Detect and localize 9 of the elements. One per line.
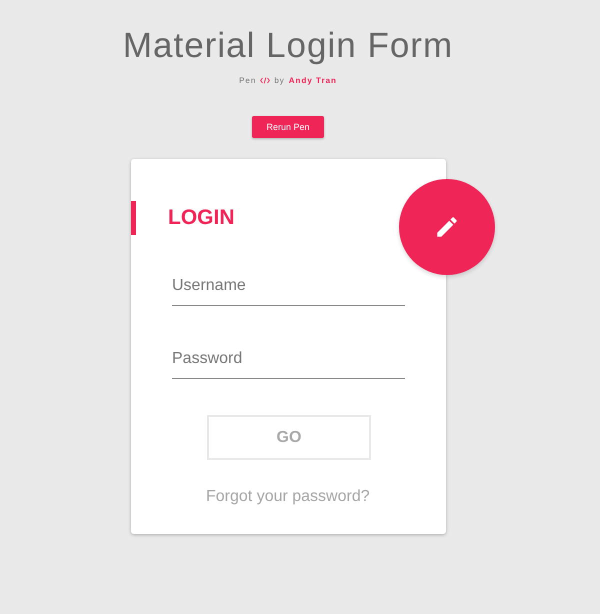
accent-bar — [131, 201, 136, 235]
credit-text: by — [274, 76, 285, 85]
page-title: Material Login Form — [122, 26, 454, 66]
code-icon — [260, 77, 270, 84]
login-title: LOGIN — [168, 206, 234, 230]
forgot-password-link[interactable]: Forgot your password? — [206, 488, 446, 506]
author-link[interactable]: Andy Tran — [288, 76, 337, 85]
credit-text: Pen — [239, 76, 256, 85]
rerun-button[interactable]: Rerun Pen — [252, 116, 324, 138]
